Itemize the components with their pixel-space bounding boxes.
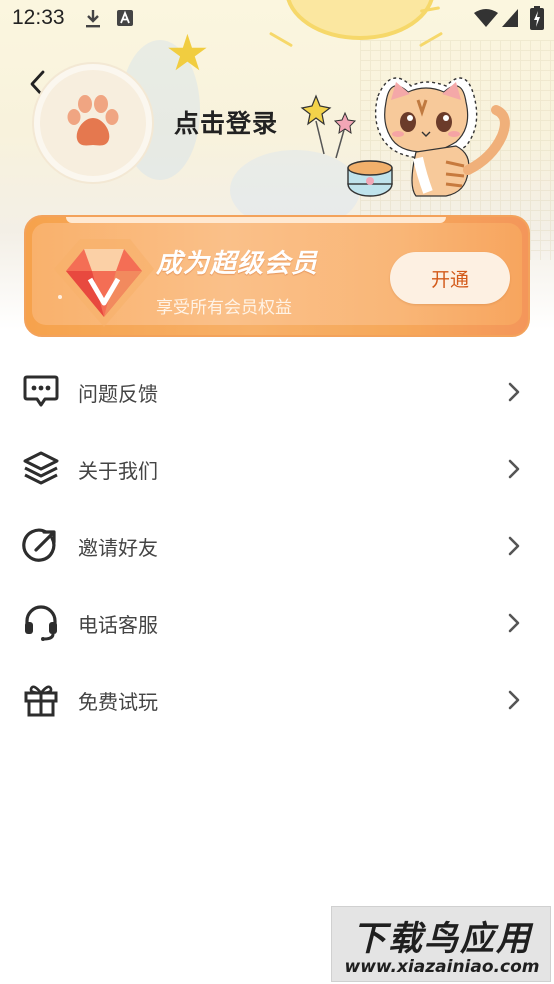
status-bar: 12:33 xyxy=(0,0,554,36)
menu-item-label: 问题反馈 xyxy=(78,382,158,406)
battery-charging-icon xyxy=(530,6,544,30)
chevron-right-icon xyxy=(508,536,520,556)
chevron-right-icon xyxy=(508,613,520,633)
chevron-right-icon xyxy=(508,690,520,710)
menu-item-invite[interactable]: 邀请好友 xyxy=(0,506,554,583)
menu-item-about[interactable]: 关于我们 xyxy=(0,429,554,506)
menu-item-free-trial[interactable]: 免费试玩 xyxy=(0,660,554,737)
menu-item-feedback[interactable]: 问题反馈 xyxy=(0,352,554,429)
download-icon xyxy=(86,10,100,28)
vip-subtitle: 享受所有会员权益 xyxy=(156,298,292,318)
chevron-right-icon xyxy=(508,459,520,479)
vip-open-button[interactable]: 开通 xyxy=(390,252,510,304)
menu-item-label: 电话客服 xyxy=(78,613,158,637)
menu-item-label: 关于我们 xyxy=(78,459,158,483)
menu-list: 问题反馈 关于我们 邀请好友 电话客服 免费试玩 xyxy=(0,352,554,737)
paw-icon xyxy=(67,95,119,146)
chat-bubble-icon xyxy=(22,372,60,410)
menu-item-label: 免费试玩 xyxy=(78,690,158,714)
wifi-icon xyxy=(474,9,498,27)
gift-icon xyxy=(22,680,60,718)
login-button[interactable]: 点击登录 xyxy=(174,104,278,140)
menu-item-label: 邀请好友 xyxy=(78,536,158,560)
avatar[interactable] xyxy=(34,64,152,182)
watermark-url: www.xiazainiao.com xyxy=(344,957,540,977)
watermark-title: 下载鸟应用 xyxy=(352,919,532,959)
watermark: 下载鸟应用 www.xiazainiao.com xyxy=(331,906,551,982)
vip-card-highlight xyxy=(66,217,446,223)
headset-icon xyxy=(22,603,60,641)
cat-illustration xyxy=(300,77,510,197)
menu-item-phone-service[interactable]: 电话客服 xyxy=(0,583,554,660)
diamond-icon xyxy=(54,239,154,327)
share-arrow-icon xyxy=(22,526,60,564)
chevron-right-icon xyxy=(508,382,520,402)
vip-card[interactable]: 成为超级会员 享受所有会员权益 开通 xyxy=(24,215,530,337)
layers-icon xyxy=(22,449,60,487)
a-notification-icon xyxy=(117,10,133,26)
status-time: 12:33 xyxy=(12,6,65,29)
vip-title: 成为超级会员 xyxy=(156,249,319,279)
signal-icon xyxy=(502,9,518,27)
